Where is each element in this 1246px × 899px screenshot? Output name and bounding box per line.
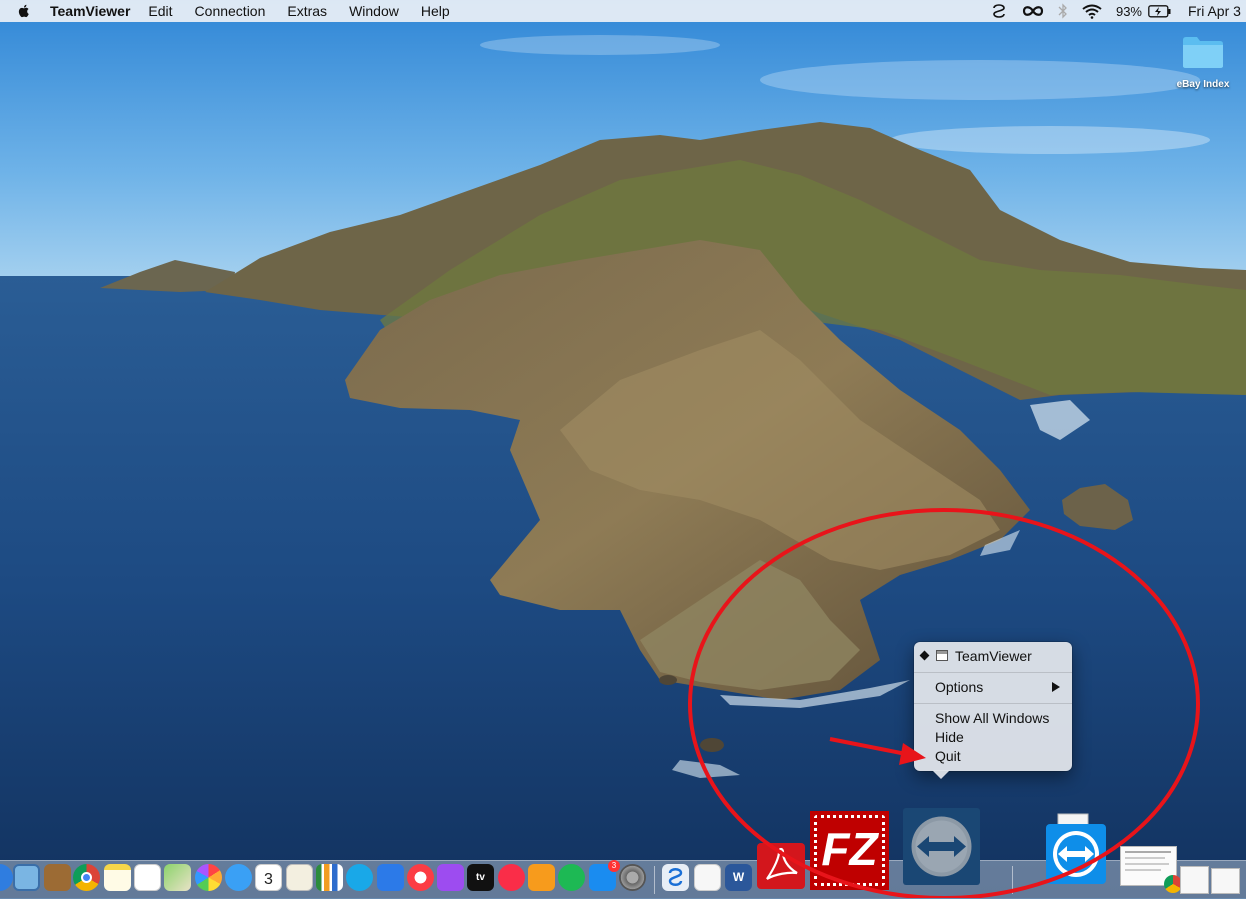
dock-teamviewer-helper-icon[interactable]	[662, 864, 689, 891]
window-icon	[936, 650, 948, 661]
status-area: 93% Fri Apr 3	[990, 0, 1246, 22]
dock-news-icon[interactable]	[498, 864, 525, 891]
bluetooth-icon[interactable]	[1058, 3, 1068, 19]
dock-preview-icon[interactable]	[13, 864, 40, 891]
menu-item-quit[interactable]: Quit	[914, 747, 1072, 766]
dock-pages-icon[interactable]	[286, 864, 313, 891]
dock-books-icon[interactable]	[528, 864, 555, 891]
menu-item-teamviewer-window[interactable]: TeamViewer	[914, 647, 1072, 666]
dock-appstore-icon[interactable]: 3	[589, 860, 620, 891]
dock-system-preferences-icon[interactable]	[619, 864, 646, 891]
folder-icon	[1183, 37, 1223, 68]
menu-item-label: Show All Windows	[935, 710, 1050, 726]
dock-separator	[654, 866, 655, 894]
menu-separator	[914, 672, 1072, 673]
menu-item-label: Hide	[935, 729, 964, 745]
menubar-clock[interactable]: Fri Apr 3	[1188, 3, 1246, 19]
submenu-arrow-icon	[1052, 682, 1060, 692]
dock-appletv-icon[interactable]: tv	[467, 864, 494, 891]
filezilla-logo-text: FZ	[821, 823, 878, 875]
dock-minimized-window-thumbnail[interactable]	[1180, 866, 1209, 894]
dock-separator	[1012, 866, 1013, 894]
menu-edit[interactable]: Edit	[148, 3, 172, 19]
infinity-icon[interactable]	[1022, 4, 1044, 18]
teamviewer-status-icon[interactable]	[990, 2, 1008, 20]
dock-reminders-icon[interactable]	[134, 864, 161, 891]
menu-extras[interactable]: Extras	[287, 3, 327, 19]
wifi-icon[interactable]	[1082, 4, 1102, 19]
dock-minimized-window-thumbnail[interactable]	[1120, 846, 1182, 893]
menu-item-label: Options	[935, 679, 984, 695]
dock-minimized-window-thumbnail[interactable]	[1211, 868, 1240, 894]
dock-music-icon[interactable]	[407, 864, 434, 891]
dock-podcasts-icon[interactable]	[437, 864, 464, 891]
folder-label: eBay Index	[1176, 79, 1230, 90]
desktop-folder-ebay-index[interactable]: eBay Index	[1168, 34, 1238, 90]
appletv-label: tv	[476, 872, 485, 883]
dock-textedit-icon[interactable]	[694, 864, 721, 891]
menu-separator	[914, 703, 1072, 704]
menu-window[interactable]: Window	[349, 3, 399, 19]
menu-pointer	[932, 770, 950, 779]
battery-charging-icon[interactable]	[1148, 4, 1172, 18]
menu-item-show-all-windows[interactable]: Show All Windows	[914, 709, 1072, 728]
menu-item-label: TeamViewer	[955, 648, 1032, 664]
dock-filezilla-icon[interactable]: FZ	[810, 811, 889, 890]
dock-context-menu: TeamViewer Options Show All Windows Hide…	[914, 642, 1072, 779]
app-menu-teamviewer[interactable]: TeamViewer	[50, 3, 130, 19]
dock-chrome-icon[interactable]	[73, 864, 100, 891]
apple-menu-icon[interactable]	[16, 3, 32, 19]
menu-help[interactable]: Help	[421, 3, 450, 19]
active-window-marker-icon	[919, 650, 930, 661]
dock-word-icon[interactable]: W	[725, 864, 752, 891]
menu-item-options[interactable]: Options	[914, 678, 1072, 697]
calendar-day: 3	[264, 871, 273, 888]
menu-bar: TeamViewer Edit Connection Extras Window…	[0, 0, 1246, 22]
battery-percentage: 93%	[1115, 3, 1142, 19]
dock-teamviewer-installer-icon[interactable]	[1044, 812, 1108, 886]
dock-numbers-icon[interactable]	[316, 864, 343, 891]
dock-contacts-icon[interactable]	[44, 864, 71, 891]
menu-item-hide[interactable]: Hide	[914, 728, 1072, 747]
dock-messages-icon[interactable]	[225, 864, 252, 891]
dock-teamviewer-icon[interactable]	[903, 808, 980, 885]
menu-connection[interactable]: Connection	[195, 3, 266, 19]
dock-skype-icon[interactable]	[346, 864, 373, 891]
dock-keynote-icon[interactable]	[377, 864, 404, 891]
dock-notes-icon[interactable]	[104, 864, 131, 891]
dock-photos-icon[interactable]	[195, 864, 222, 891]
dock-maps-icon[interactable]	[164, 864, 191, 891]
dock-spotify-icon[interactable]	[558, 864, 585, 891]
appstore-badge: 3	[608, 860, 620, 872]
dock-calendar-icon[interactable]: 3	[255, 864, 282, 891]
word-letter: W	[732, 870, 745, 884]
menu-item-label: Quit	[935, 748, 961, 764]
dock-acrobat-icon[interactable]	[757, 843, 805, 889]
